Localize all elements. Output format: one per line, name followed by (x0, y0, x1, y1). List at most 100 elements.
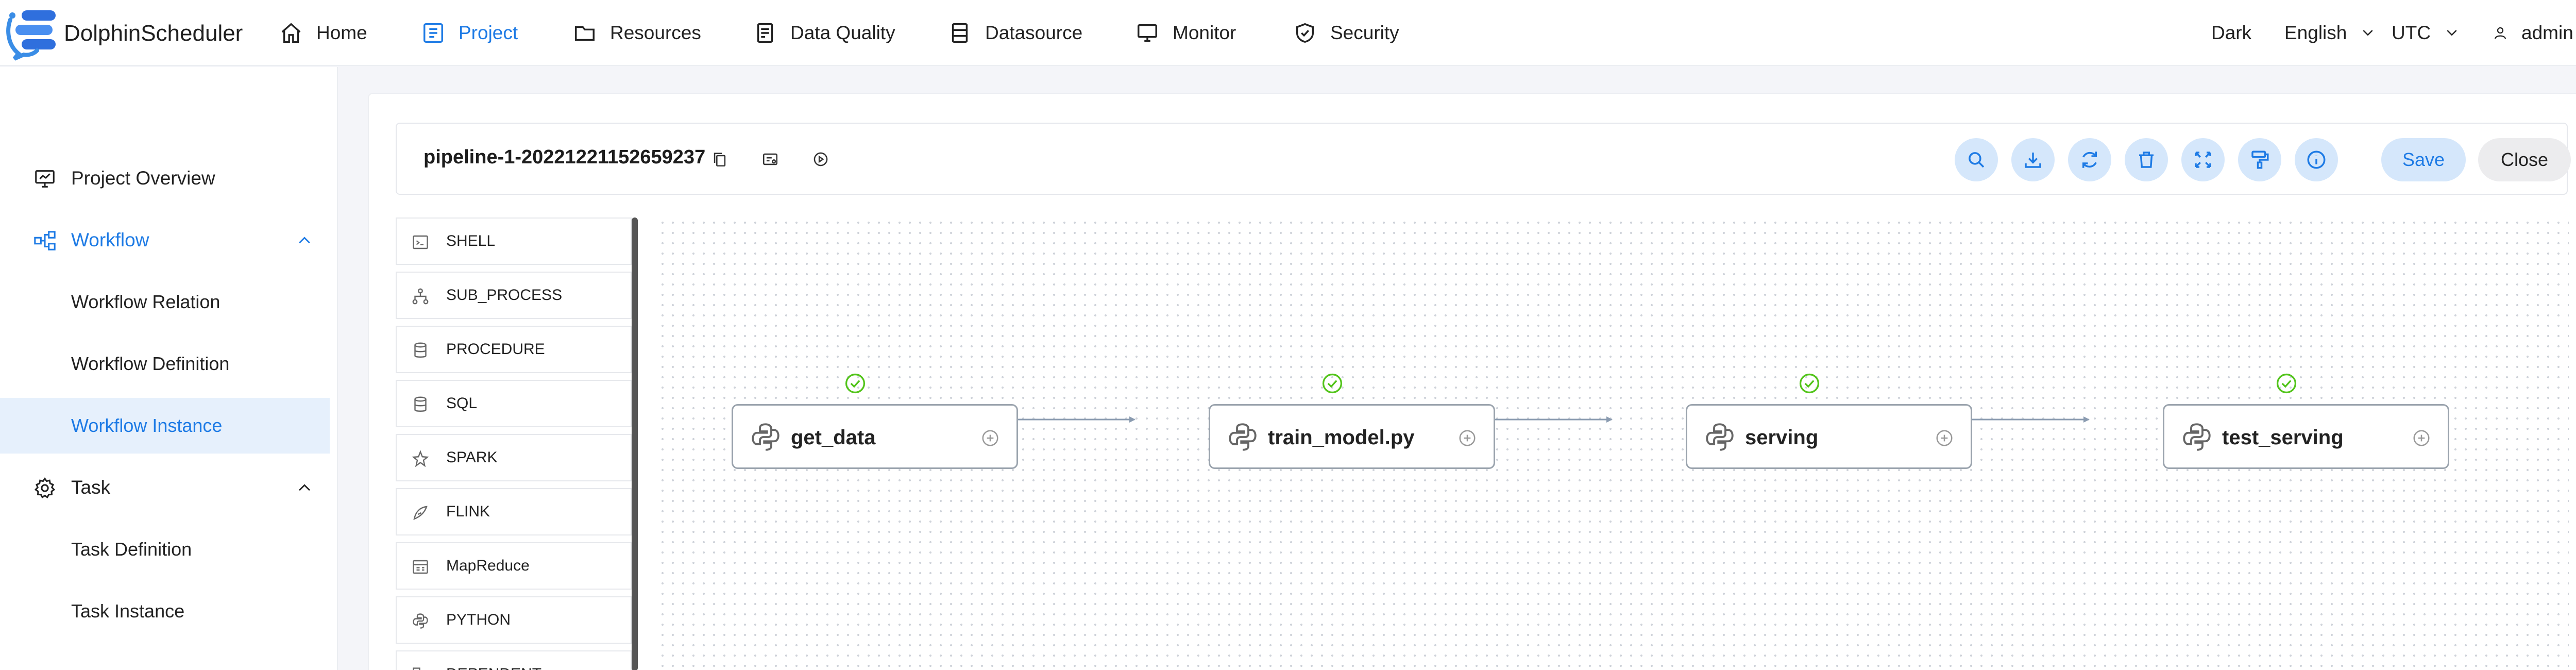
sidebar-item-label: Task (71, 477, 111, 498)
theme-label: Dark (2211, 22, 2252, 43)
palette-item-sub-process[interactable]: SUB_PROCESS (396, 272, 632, 319)
variables-icon[interactable] (761, 150, 779, 168)
timezone-label: UTC (2392, 22, 2431, 43)
sidebar-item-task-definition[interactable]: Task Definition (0, 522, 330, 577)
palette-item-dependent[interactable]: DEPENDENT (396, 650, 632, 670)
sidebar-item-task[interactable]: Task (0, 460, 330, 515)
monitor-icon (1138, 24, 1157, 42)
dag-canvas[interactable]: get_data train_model.py serving test_ser… (657, 217, 2569, 670)
palette-item-label: DEPENDENT (446, 665, 541, 670)
info-button[interactable] (2295, 138, 2338, 181)
chevron-up-icon[interactable] (296, 232, 313, 249)
dag-node-test-serving[interactable]: test_serving (2163, 404, 2449, 469)
chevron-up-icon[interactable] (296, 479, 313, 497)
language-select[interactable]: English (2284, 0, 2376, 66)
nav-home[interactable]: Home (279, 0, 367, 66)
fullscreen-icon (2195, 152, 2211, 168)
save-button[interactable]: Save (2381, 138, 2466, 181)
palette-item-label: SPARK (446, 449, 498, 466)
add-circle-icon[interactable] (2412, 428, 2431, 448)
dag-toolbar: pipeline-1-20221221152659237 Save Close (396, 123, 2571, 195)
nav-data-quality[interactable]: Data Quality (753, 0, 895, 66)
copy-icon[interactable] (711, 150, 728, 168)
download-button[interactable] (2011, 138, 2055, 181)
top-nav-bar: DolphinScheduler Home Project Resources … (0, 0, 2576, 66)
palette-item-label: FLINK (446, 503, 490, 520)
palette-item-label: SQL (446, 395, 478, 412)
dependent-icon (413, 667, 420, 670)
nav-monitor[interactable]: Monitor (1136, 0, 1236, 66)
sidebar-item-workflow[interactable]: Workflow (0, 212, 330, 268)
gear-icon (34, 477, 56, 499)
palette-item-mapreduce[interactable]: MapReduce (396, 542, 632, 590)
python-icon (2183, 423, 2211, 451)
flink-icon (413, 506, 428, 520)
dolphinscheduler-logo-icon[interactable] (3, 4, 61, 62)
delete-button[interactable] (2125, 138, 2168, 181)
trash-icon (2139, 152, 2154, 168)
sidebar-item-workflow-definition[interactable]: Workflow Definition (0, 336, 330, 392)
success-check-icon (845, 373, 866, 394)
nav-resources[interactable]: Resources (573, 0, 701, 66)
chevron-down-icon (2447, 30, 2457, 36)
user-menu[interactable]: admin (2493, 0, 2576, 66)
dag-node-train-model[interactable]: train_model.py (1209, 404, 1495, 469)
sidebar-item-workflow-instance[interactable]: Workflow Instance (0, 398, 330, 454)
timezone-select[interactable]: UTC (2392, 0, 2460, 66)
sidebar-item-label: Workflow Instance (71, 415, 223, 436)
add-circle-icon[interactable] (980, 428, 1000, 448)
nav-datasource[interactable]: Datasource (948, 0, 1082, 66)
sql-icon (414, 396, 427, 412)
dag-node-serving[interactable]: serving (1686, 404, 1972, 469)
palette-item-python[interactable]: PYTHON (396, 596, 632, 644)
nav-project[interactable]: Project (421, 0, 518, 66)
startup-params-icon[interactable] (812, 150, 829, 168)
add-circle-icon[interactable] (1458, 428, 1477, 448)
language-label: English (2284, 22, 2347, 43)
sidebar-item-task-instance[interactable]: Task Instance (0, 583, 330, 639)
sidebar-item-label: Workflow Definition (71, 353, 230, 374)
palette-item-label: SUB_PROCESS (446, 287, 563, 304)
sidebar-item-label: Workflow (71, 229, 149, 250)
spark-icon (412, 450, 429, 467)
project-icon (423, 23, 443, 43)
theme-toggle[interactable]: Dark (2211, 0, 2251, 66)
palette-item-sql[interactable]: SQL (396, 380, 632, 427)
task-palette: SHELL SUB_PROCESS PROCEDURE SQL SPARK FL… (396, 217, 636, 670)
palette-item-procedure[interactable]: PROCEDURE (396, 326, 632, 373)
sidebar: Project Overview Workflow Workflow Relat… (0, 67, 338, 670)
nav-data-quality-label: Data Quality (790, 22, 895, 43)
palette-scrollbar[interactable] (632, 217, 638, 670)
close-button[interactable]: Close (2478, 138, 2571, 181)
user-icon (2494, 27, 2506, 39)
sidebar-item-project-overview[interactable]: Project Overview (0, 150, 330, 206)
procedure-icon (414, 342, 427, 358)
success-check-icon (2276, 373, 2297, 394)
nav-resources-label: Resources (610, 22, 701, 43)
sidebar-item-workflow-relation[interactable]: Workflow Relation (0, 274, 330, 330)
palette-item-label: MapReduce (446, 557, 530, 574)
python-icon (413, 613, 428, 629)
fullscreen-button[interactable] (2181, 138, 2225, 181)
search-icon (1969, 152, 1985, 168)
nav-home-label: Home (316, 22, 367, 43)
paint-roller-icon (2251, 150, 2269, 169)
nav-security[interactable]: Security (1293, 0, 1399, 66)
palette-item-flink[interactable]: FLINK (396, 488, 632, 535)
refresh-button[interactable] (2068, 138, 2111, 181)
shield-icon (1296, 23, 1314, 43)
info-icon (2307, 150, 2326, 169)
palette-item-shell[interactable]: SHELL (396, 217, 632, 265)
sidebar-item-label: Task Instance (71, 600, 185, 622)
download-icon (2025, 153, 2041, 168)
search-button[interactable] (1955, 138, 1998, 181)
sidebar-item-label: Project Overview (71, 167, 215, 189)
dag-node-get-data[interactable]: get_data (732, 404, 1018, 469)
add-circle-icon[interactable] (1935, 428, 1954, 448)
brand-name[interactable]: DolphinScheduler (64, 21, 243, 46)
success-check-icon (1799, 373, 1820, 394)
palette-item-spark[interactable]: SPARK (396, 434, 632, 481)
format-button[interactable] (2238, 138, 2281, 181)
success-check-icon (1322, 373, 1343, 394)
dag-node-label: train_model.py (1268, 426, 1415, 449)
